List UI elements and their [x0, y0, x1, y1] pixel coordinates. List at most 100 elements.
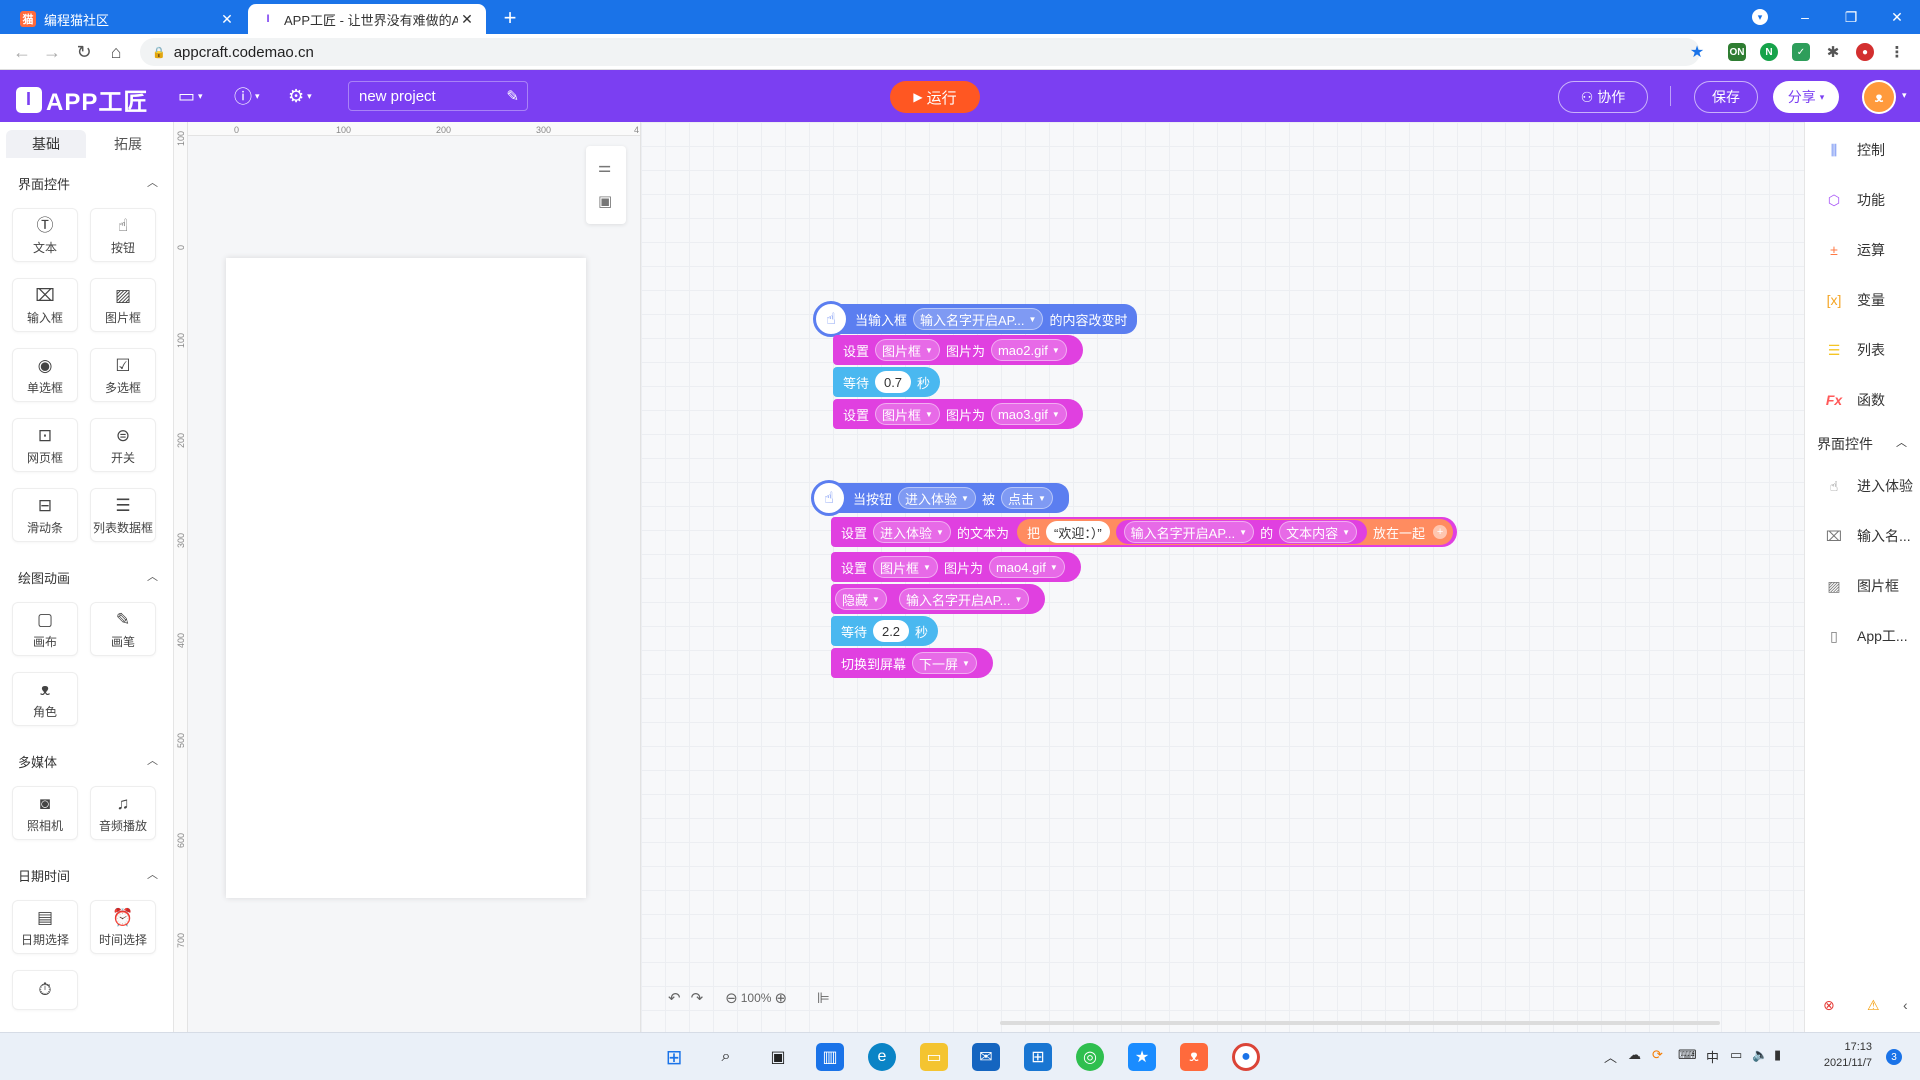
- align-blocks-icon[interactable]: ⊫: [817, 989, 830, 1007]
- component-checkbox[interactable]: ☑ 多选框: [90, 348, 156, 402]
- task-view-icon[interactable]: ▣: [764, 1043, 792, 1071]
- wait-seconds-input[interactable]: 2.2: [873, 620, 910, 642]
- zoom-in-icon[interactable]: ⊕: [774, 989, 787, 1007]
- component-switch[interactable]: ⊜ 开关: [90, 418, 156, 472]
- close-tab-icon[interactable]: ✕: [458, 11, 476, 28]
- visibility-dropdown[interactable]: 隐藏 ▼: [835, 588, 887, 610]
- component-webview[interactable]: ⊡ 网页框: [12, 418, 78, 472]
- adjust-sliders-icon[interactable]: ⚌: [598, 158, 611, 176]
- ime-indicator[interactable]: 中: [1706, 1047, 1719, 1066]
- profile-avatar-icon[interactable]: ●: [1856, 43, 1874, 61]
- get-property-block[interactable]: 输入名字开启AP... ▼ 的 文本内容 ▼: [1115, 520, 1368, 544]
- category-operators[interactable]: ± 运算: [1823, 238, 1919, 262]
- image-target-dropdown[interactable]: 图片框 ▼: [875, 403, 940, 425]
- add-item-icon[interactable]: +: [1433, 525, 1448, 539]
- onedrive-cloud-icon[interactable]: ☁: [1628, 1047, 1641, 1063]
- chrome-icon[interactable]: ●: [1232, 1043, 1260, 1071]
- volume-icon[interactable]: 🔈: [1752, 1047, 1768, 1063]
- component-time-picker[interactable]: ⏰ 时间选择: [90, 900, 156, 954]
- input-target-dropdown[interactable]: 输入名字开启AP... ▼: [913, 308, 1044, 330]
- code-workspace[interactable]: ☝ 当输入框 输入名字开启AP... ▼ 的内容改变时 设置 图片框 ▼ 图片为 m…: [640, 122, 1804, 1032]
- codemao-app-icon[interactable]: ᴥ: [1180, 1043, 1208, 1071]
- file-explorer-icon[interactable]: ▭: [920, 1043, 948, 1071]
- section-ui-controls[interactable]: 界面控件 ︿: [1817, 434, 1913, 454]
- screen-settings-icon[interactable]: ▣: [598, 192, 612, 210]
- file-menu-icon[interactable]: ▭ ▾: [178, 84, 203, 108]
- chevron-down-icon[interactable]: ▾: [1902, 90, 1907, 101]
- image-target-dropdown[interactable]: 图片框 ▼: [875, 339, 940, 361]
- section-media[interactable]: 多媒体 ︿: [18, 752, 158, 771]
- keyboard-icon[interactable]: ⌨: [1678, 1047, 1697, 1063]
- forward-icon[interactable]: →: [40, 40, 64, 64]
- wait-seconds-input[interactable]: 0.7: [875, 371, 912, 393]
- close-tab-icon[interactable]: ✕: [218, 11, 236, 28]
- address-bar[interactable]: 🔒 appcraft.codemao.cn: [140, 38, 1700, 66]
- component-canvas[interactable]: ▢ 画布: [12, 602, 78, 656]
- help-menu-icon[interactable]: ⓘ ▾: [234, 84, 260, 108]
- run-button[interactable]: ▶ 运行: [890, 81, 980, 113]
- chevron-up-icon[interactable]: ︿: [1604, 1047, 1617, 1066]
- new-tab-button[interactable]: +: [498, 5, 522, 31]
- horizontal-scrollbar[interactable]: [1000, 1021, 1720, 1025]
- component-text[interactable]: Ⓣ 文本: [12, 208, 78, 262]
- store-icon[interactable]: ⊞: [1024, 1043, 1052, 1071]
- click-action-dropdown[interactable]: 点击 ▼: [1000, 487, 1053, 509]
- set-image-block[interactable]: 设置 图片框 ▼ 图片为 mao3.gif ▼: [833, 399, 1083, 429]
- image-file-dropdown[interactable]: mao2.gif ▼: [990, 339, 1067, 361]
- extension-icon[interactable]: ON: [1728, 43, 1746, 61]
- component-sprite[interactable]: ᴥ 角色: [12, 672, 78, 726]
- category-variables[interactable]: [x] 变量: [1823, 288, 1919, 312]
- control-name-input[interactable]: ⌧ 输入名...: [1823, 524, 1919, 548]
- set-image-block[interactable]: 设置 图片框 ▼ 图片为 mao4.gif ▼: [831, 552, 1081, 582]
- tab-extension[interactable]: 拓展: [88, 130, 168, 158]
- component-radio[interactable]: ◉ 单选框: [12, 348, 78, 402]
- settings-menu-icon[interactable]: ⚙ ▾: [288, 84, 312, 108]
- home-icon[interactable]: ⌂: [104, 40, 128, 64]
- join-text-block[interactable]: 把 “欢迎：）” 输入名字开启AP... ▼ 的 文本内容 ▼ 放在一起 +: [1016, 519, 1454, 545]
- category-control[interactable]: ⫼ 控制: [1823, 138, 1919, 162]
- tab-search-icon[interactable]: ▾: [1752, 9, 1768, 25]
- browser-menu-icon[interactable]: ⋮: [1888, 43, 1906, 61]
- control-image[interactable]: ▨ 图片框: [1823, 574, 1919, 598]
- share-button[interactable]: 分享 ▾: [1773, 81, 1839, 113]
- windows-start-icon[interactable]: ⊞: [660, 1043, 688, 1071]
- project-name-field[interactable]: new project ✎: [348, 81, 528, 111]
- extension-icon[interactable]: N: [1760, 43, 1778, 61]
- category-functions[interactable]: Fx 函数: [1823, 388, 1919, 412]
- system-clock[interactable]: 17:13 2021/11/7: [1810, 1039, 1872, 1071]
- zoom-out-icon[interactable]: ⊖: [725, 989, 738, 1007]
- image-file-dropdown[interactable]: mao3.gif ▼: [990, 403, 1067, 425]
- text-target-dropdown[interactable]: 进入体验 ▼: [873, 521, 951, 543]
- component-date-picker[interactable]: ▤ 日期选择: [12, 900, 78, 954]
- puzzle-extensions-icon[interactable]: ✱: [1824, 43, 1842, 61]
- tab-basic[interactable]: 基础: [6, 130, 86, 158]
- shield-extension-icon[interactable]: ✓: [1792, 43, 1810, 61]
- component-audio[interactable]: ♫ 音频播放: [90, 786, 156, 840]
- search-icon[interactable]: ⌕: [712, 1043, 740, 1071]
- edge-browser-icon[interactable]: e: [868, 1043, 896, 1071]
- collapse-chevron-icon[interactable]: ‹: [1903, 997, 1908, 1013]
- source-input-dropdown[interactable]: 输入名字开启AP... ▼: [1123, 521, 1255, 543]
- component-button[interactable]: ☝ 按钮: [90, 208, 156, 262]
- component-image[interactable]: ▨ 图片框: [90, 278, 156, 332]
- battery-icon[interactable]: ▮: [1774, 1047, 1781, 1063]
- control-screen[interactable]: ▯ App工...: [1823, 624, 1919, 648]
- category-lists[interactable]: ☰ 列表: [1823, 338, 1919, 362]
- switch-screen-block[interactable]: 切换到屏幕 下一屏 ▼: [831, 648, 993, 678]
- section-drawing[interactable]: 绘图动画 ︿: [18, 568, 158, 587]
- wait-block[interactable]: 等待 2.2 秒: [831, 616, 939, 646]
- set-text-block[interactable]: 设置 进入体验 ▼ 的文本为 把 “欢迎：）” 输入名字开启AP... ▼ 的 文本…: [831, 517, 1458, 547]
- button-target-dropdown[interactable]: 进入体验 ▼: [898, 487, 976, 509]
- control-enter-button[interactable]: ☝ 进入体验: [1823, 474, 1919, 498]
- restore-button[interactable]: ❐: [1826, 0, 1876, 34]
- screen-target-dropdown[interactable]: 下一屏 ▼: [912, 652, 977, 674]
- phone-screen-preview[interactable]: [226, 258, 586, 898]
- component-camera[interactable]: ◙ 照相机: [12, 786, 78, 840]
- close-window-button[interactable]: ✕: [1872, 0, 1920, 34]
- reload-icon[interactable]: ↻: [72, 40, 96, 64]
- collaborate-button[interactable]: ⚇ 协作: [1558, 81, 1648, 113]
- app-icon[interactable]: ★: [1128, 1043, 1156, 1071]
- image-file-dropdown[interactable]: mao4.gif ▼: [988, 556, 1065, 578]
- minimize-button[interactable]: –: [1780, 0, 1830, 34]
- undo-icon[interactable]: ↶: [668, 989, 681, 1007]
